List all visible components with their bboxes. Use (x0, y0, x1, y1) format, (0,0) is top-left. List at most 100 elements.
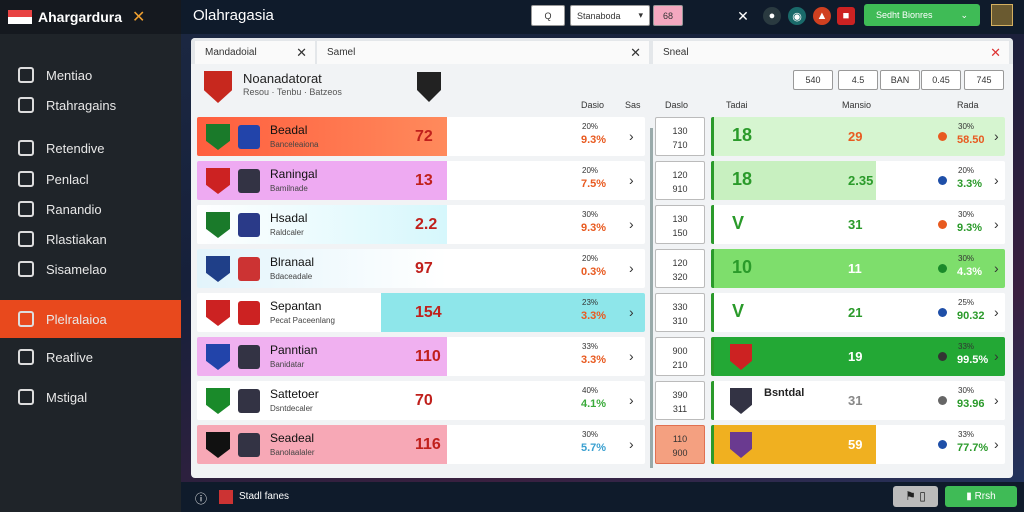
sidebar-item-2[interactable]: Retendive (0, 133, 181, 163)
sidebar-item-label: Sisamelao (46, 261, 107, 277)
avatar[interactable] (991, 4, 1013, 26)
table-row[interactable]: Sepantan Pecat Paceenlang 154 23% 3.3% › (197, 293, 645, 332)
book-icon (18, 171, 34, 187)
stats-row[interactable]: 19 33% 99.5% › (711, 337, 1005, 376)
percent-top: 30% (958, 210, 975, 219)
table-row[interactable]: Panntian Banidatar 110 33% 3.3% › (197, 337, 645, 376)
crest-icon[interactable]: ■ (837, 7, 855, 25)
tab-label: Sneal (663, 47, 689, 58)
team-subtitle: Banidatar (270, 360, 305, 369)
player-avatar (238, 301, 260, 325)
sidebar-item-6[interactable]: Sisamelao (0, 254, 181, 284)
odds-cell[interactable]: 110 900 (655, 425, 705, 464)
table-row[interactable]: Raningal Bamilnade 13 20% 7.5% › (197, 161, 645, 200)
user-icon[interactable]: ● (763, 7, 781, 25)
select-label: Stanaboda (577, 10, 621, 21)
team-name: Panntian (270, 343, 318, 357)
badge-text: 68 (662, 10, 673, 21)
stat-main: Bsntdal (764, 387, 805, 399)
toggle-button[interactable]: ⚑ ▯ (893, 486, 938, 507)
player-avatar (238, 169, 260, 193)
sidebar-item-3[interactable]: Penlacl (0, 164, 181, 194)
sidebar-item-9[interactable]: Mstigal (0, 382, 181, 412)
odds-cell[interactable]: 330 310 (655, 293, 705, 332)
info-icon[interactable]: ⓘ (195, 490, 207, 507)
select-dropdown[interactable]: Stanaboda ▾ (570, 5, 650, 26)
table-row[interactable]: Sattetoer Dsntdecaler 70 40% 4.1% › (197, 381, 645, 420)
close-icon[interactable]: ✕ (296, 45, 307, 61)
chevron-right-icon[interactable]: › (629, 436, 634, 452)
search-button[interactable]: Q (531, 5, 565, 26)
chevron-right-icon[interactable]: › (994, 172, 999, 188)
close-icon[interactable]: ✕ (990, 45, 1001, 61)
refresh-button[interactable]: ▮ Rrsh (945, 486, 1017, 507)
chevron-down-icon: ▾ (638, 10, 643, 20)
count-badge[interactable]: 68 (653, 5, 683, 26)
percent-bottom: 0.3% (581, 266, 607, 278)
player-avatar (238, 345, 260, 369)
segment-button[interactable]: 540 (793, 70, 833, 90)
stats-row[interactable]: 18 2.35 20% 3.3% › (711, 161, 1005, 200)
chevron-right-icon[interactable]: › (629, 260, 634, 276)
row-highlight (197, 205, 447, 244)
sidebar-item-7[interactable]: Plelralaioa (0, 300, 181, 338)
tab-samel[interactable]: Samel ✕ (317, 41, 649, 64)
table-row[interactable]: Hsadal Raldcaler 2.2 30% 9.3% › (197, 205, 645, 244)
stats-row[interactable]: V 21 25% 90.32 › (711, 293, 1005, 332)
stats-row[interactable]: Bsntdal 31 30% 93.96 › (711, 381, 1005, 420)
sidebar-item-1[interactable]: Rtahragains (0, 90, 181, 120)
chevron-right-icon[interactable]: › (994, 128, 999, 144)
odds-bottom: 320 (672, 272, 688, 282)
sidebar-item-8[interactable]: Reatlive (0, 342, 181, 372)
chevron-right-icon[interactable]: › (629, 128, 634, 144)
refresh-label: Rrsh (974, 491, 996, 502)
stats-row[interactable]: 18 29 30% 58.50 › (711, 117, 1005, 156)
chevron-right-icon[interactable]: › (629, 348, 634, 364)
odds-cell[interactable]: 130 150 (655, 205, 705, 244)
odds-cell[interactable]: 900 210 (655, 337, 705, 376)
fire-icon[interactable]: ▲ (813, 7, 831, 25)
tab-sneal[interactable]: Sneal ✕ (653, 41, 1009, 64)
stat-secondary: 11 (848, 261, 862, 276)
chevron-right-icon[interactable]: › (629, 304, 634, 320)
odds-cell[interactable]: 130 710 (655, 117, 705, 156)
stats-row[interactable]: 10 11 30% 4.3% › (711, 249, 1005, 288)
segment-button[interactable]: 0.45 (921, 70, 961, 90)
close-icon[interactable]: ✕ (630, 45, 641, 61)
chevron-right-icon[interactable]: › (994, 392, 999, 408)
segment-button[interactable]: BAN (880, 70, 920, 90)
close-icon[interactable]: ✕ (734, 7, 752, 25)
tab-mandadoial[interactable]: Mandadoial ✕ (195, 41, 315, 64)
segment-button[interactable]: 4.5 (838, 70, 878, 90)
sidebar-item-5[interactable]: Rlastiakan (0, 224, 181, 254)
brand[interactable]: Ahargardura ✕ (0, 0, 181, 34)
table-row[interactable]: Blranaal Bdaceadale 97 20% 0.3% › (197, 249, 645, 288)
table-row[interactable]: Seadeal Banolaalaler 116 30% 5.7% › (197, 425, 645, 464)
chevron-right-icon[interactable]: › (629, 216, 634, 232)
stats-row[interactable]: 59 33% 77.7% › (711, 425, 1005, 464)
team-subtitle: Dsntdecaler (270, 404, 313, 413)
chevron-right-icon[interactable]: › (994, 436, 999, 452)
trophy-icon (18, 311, 34, 327)
sidebar-item-4[interactable]: Ranandio (0, 194, 181, 224)
odds-cell[interactable]: 120 910 (655, 161, 705, 200)
percent-bottom: 99.5% (957, 354, 989, 366)
chevron-right-icon[interactable]: › (994, 348, 999, 364)
primary-action-button[interactable]: Sedht Bionres ⌄ (864, 4, 980, 26)
chevron-right-icon[interactable]: › (994, 216, 999, 232)
chevron-right-icon[interactable]: › (629, 392, 634, 408)
percent-top: 30% (958, 254, 975, 263)
stats-row[interactable]: V 31 30% 9.3% › (711, 205, 1005, 244)
globe-icon[interactable]: ◉ (788, 7, 806, 25)
chevron-right-icon[interactable]: › (629, 172, 634, 188)
odds-bottom: 210 (672, 360, 688, 370)
segment-button[interactable]: 745 (964, 70, 1004, 90)
odds-cell[interactable]: 390 311 (655, 381, 705, 420)
table-row[interactable]: Beadal Banceleaiona 72 20% 9.3% › (197, 117, 645, 156)
scrollbar[interactable] (650, 128, 653, 468)
chevron-right-icon[interactable]: › (994, 260, 999, 276)
chevron-right-icon[interactable]: › (994, 304, 999, 320)
percent-top: 25% (958, 298, 975, 307)
odds-cell[interactable]: 120 320 (655, 249, 705, 288)
sidebar-item-0[interactable]: Mentiao (0, 60, 181, 90)
